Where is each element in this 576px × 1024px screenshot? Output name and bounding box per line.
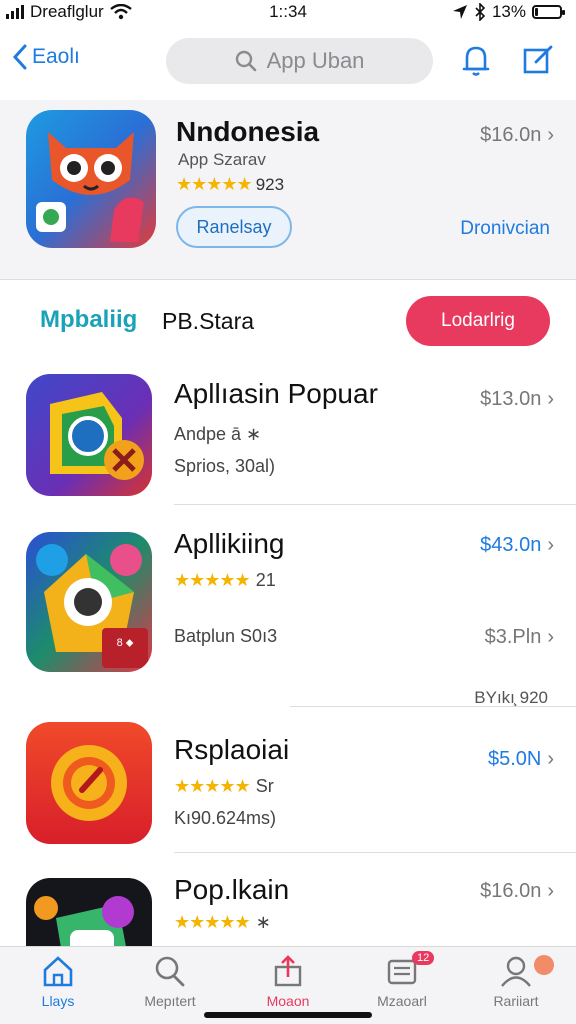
tab-label: Rariiart [493,993,539,1009]
bell-icon[interactable] [458,42,494,78]
featured-app-card[interactable]: Nndonesia App Szarav ★★★★★ 923 Ranelsay … [0,100,576,280]
featured-price[interactable]: $16.0n › [480,124,554,147]
app-title: Rsplaoiai [174,734,290,765]
status-dot [534,955,554,975]
tab-label: Llays [41,993,75,1009]
app-meta: Κı90.624ms) [174,808,277,828]
featured-app-icon [26,110,156,248]
chevron-right-icon: › [547,534,554,556]
back-label: Eaolı [32,45,80,68]
profile-icon [501,956,531,987]
chevron-right-icon: › [547,388,554,410]
app-title: Pop.lkain [174,874,290,905]
back-button[interactable]: Eaolı [12,44,80,70]
section-title: Mpbaliig [40,306,138,333]
app-price-secondary[interactable]: $3.Pln › [485,626,554,649]
app-price[interactable]: $5.0N › [488,748,554,771]
list-item[interactable]: Pop.lkain ★★★★★ ∗ $16.0n › [0,866,576,946]
app-meta: Batplun S0ı3 [174,626,278,646]
app-rating: ★★★★★ 21 [174,570,276,591]
divider [290,706,576,707]
search-placeholder: App Uban [266,48,365,73]
search-input[interactable]: App Uban [166,38,433,84]
star-rating-icon: ★★★★★ [176,174,253,194]
rating-count: 21 [255,570,276,590]
list-item[interactable]: 8 ⬥ Apllikiing ★★★★★ 21 Batplun S0ı3 $43… [0,520,576,707]
section-subtitle: PB.Stara [162,308,255,334]
star-rating-icon: ★★★★★ [174,570,251,590]
home-indicator[interactable] [204,1012,372,1018]
bluetooth-icon [475,3,486,21]
rating-count: ∗ [255,912,271,932]
app-meta: Sprios, 30al) [174,456,276,476]
app-icon: 8 ⬥ [26,532,152,672]
tab-bar: Llays Mepıtert Moaon 12 Mzaoarl Rariiart [0,946,576,1024]
app-price[interactable]: $16.0n › [480,880,554,903]
star-rating-icon: ★★★★★ [174,776,251,796]
tab-label: Moaon [266,993,310,1009]
status-bar: Dreaflglur 1::34 13% [0,0,576,26]
nav-header: Eaolı App Uban [0,30,576,96]
price-label: $5.0N [487,748,542,770]
chevron-left-icon [12,44,27,70]
svg-text:8 ⬥: 8 ⬥ [117,637,134,649]
price-label: $16.0n [480,124,542,146]
price-label: $3.Pln [484,626,542,648]
chevron-right-icon: › [547,124,554,146]
list-item[interactable]: Apllıasin Popuar Andpe ā ∗ Sprios, 30al)… [0,370,576,510]
rating-count: 923 [255,174,285,194]
battery-percent: 13% [491,2,526,21]
section-header: Mpbaliig PB.Stara Lodarlrig [0,290,576,350]
location-icon [452,5,467,19]
app-price[interactable]: $43.0n › [480,534,554,557]
app-title: Apllikiing [174,528,285,559]
featured-app-title: Nndonesia [176,116,320,147]
price-label: $43.0n [480,534,542,556]
featured-app-rating: ★★★★★ 923 [176,174,284,195]
tab-updates[interactable]: 12 Mzaoarl [352,951,452,1009]
star-rating-icon: ★★★★★ [174,912,251,932]
app-icon [26,374,152,496]
tab-label: Mzaoarl [377,993,427,1009]
divider [174,504,576,505]
divider [174,852,576,853]
tab-label: Mepıtert [144,993,196,1009]
featured-link[interactable]: Dronivcian [460,218,550,240]
rating-count: Sr [255,776,274,796]
app-rating: ★★★★★ ∗ [174,912,271,933]
search-icon [155,956,185,987]
app-title: Apllıasin Popuar [174,378,378,409]
chevron-right-icon: › [547,626,554,648]
share-icon [274,955,302,987]
app-developer: Andpe ā ∗ [174,424,262,444]
battery-icon [532,5,565,19]
notification-badge: 12 [412,951,435,965]
app-icon [26,722,152,844]
search-icon [235,50,256,72]
featured-get-button[interactable]: Ranelsay [176,206,292,248]
app-rating: ★★★★★ Sr [174,776,274,797]
app-price[interactable]: $13.0n › [480,388,554,411]
app-icon [26,878,152,946]
chevron-right-icon: › [547,748,554,770]
tab-home[interactable]: Llays [8,955,108,1009]
tab-profile[interactable]: Rariiart [466,955,566,1009]
section-action-button[interactable]: Lodarlrig [406,296,550,346]
price-label: $13.0n [480,388,542,410]
app-extra-info: BΥıkı̧ 920 [474,688,548,707]
home-icon [43,956,73,987]
chevron-right-icon: › [547,880,554,902]
featured-app-subtitle: App Szarav [178,150,266,169]
tab-search[interactable]: Mepıtert [120,955,220,1009]
price-label: $16.0n [480,880,542,902]
list-item[interactable]: Rsplaoiai ★★★★★ Sr Κı90.624ms) $5.0N › [0,716,576,854]
tab-share[interactable]: Moaon [238,955,338,1009]
compose-icon[interactable] [520,42,556,78]
